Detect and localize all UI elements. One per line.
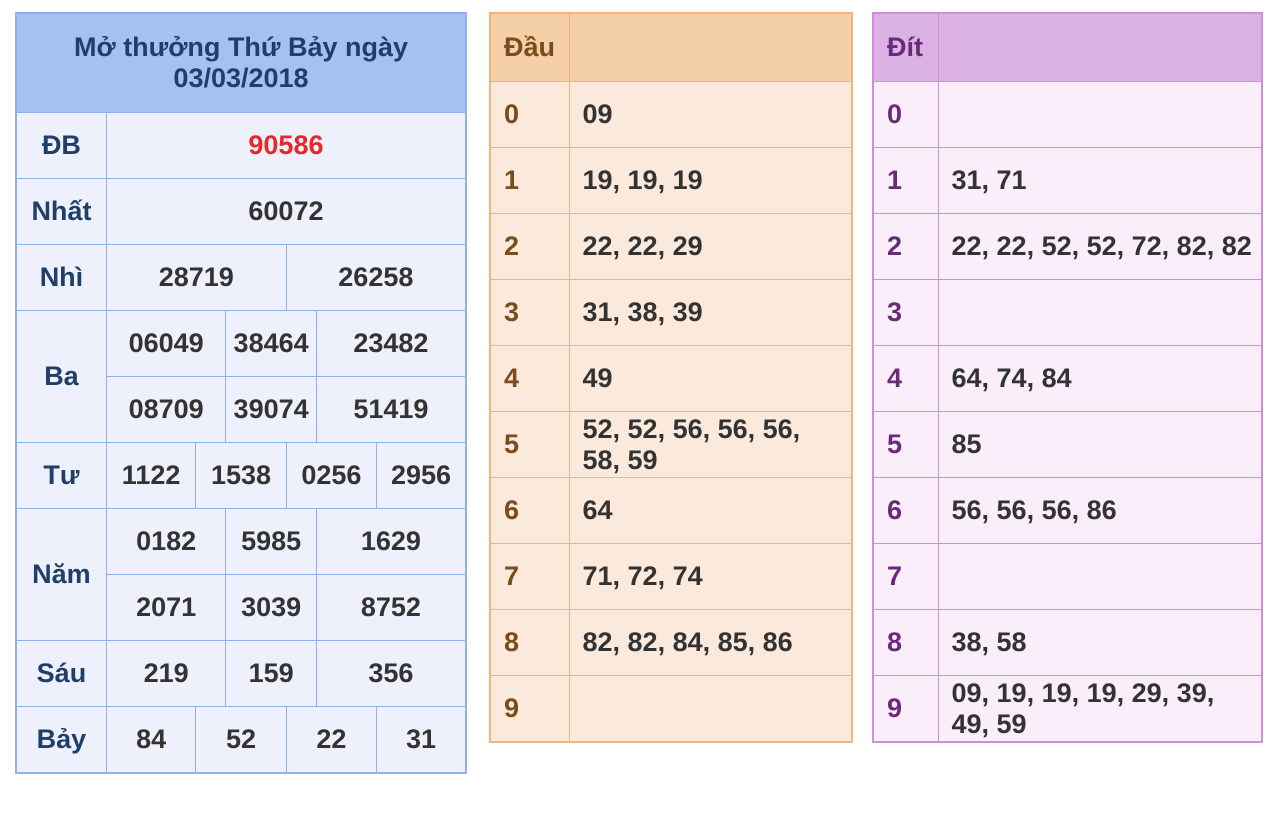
dit-digit: 6 (872, 477, 939, 544)
prize-value-ba: 23482 (315, 310, 467, 377)
dau-digit: 0 (489, 81, 570, 148)
prize-value-sau: 159 (225, 640, 317, 707)
prize-value-bay: 84 (105, 706, 197, 774)
dit-values: 09, 19, 19, 19, 29, 39, 49, 59 (937, 675, 1263, 743)
prize-label-sau: Sáu (15, 640, 107, 707)
prize-value-ba: 39074 (225, 376, 317, 443)
dit-digit: 5 (872, 411, 939, 478)
prize-value-ba: 06049 (105, 310, 227, 377)
dau-values: 64 (568, 477, 853, 544)
dit-values: 56, 56, 56, 86 (937, 477, 1263, 544)
dit-values: 85 (937, 411, 1263, 478)
dit-values (937, 279, 1263, 346)
prize-value-db: 90586 (105, 112, 467, 179)
dau-values: 52, 52, 56, 56, 56, 58, 59 (568, 411, 853, 478)
dau-values: 49 (568, 345, 853, 412)
prize-value-sau: 356 (315, 640, 467, 707)
prize-value-nhi: 28719 (105, 244, 287, 311)
prize-value-bay: 52 (195, 706, 287, 774)
dau-values: 19, 19, 19 (568, 147, 853, 214)
dau-values: 09 (568, 81, 853, 148)
prize-value-nhat: 60072 (105, 178, 467, 245)
prize-value-ba: 38464 (225, 310, 317, 377)
dau-digit: 1 (489, 147, 570, 214)
dit-digit: 9 (872, 675, 939, 743)
dit-values (937, 81, 1263, 148)
prize-label-nam: Năm (15, 508, 107, 641)
prize-value-nam: 0182 (105, 508, 227, 575)
dit-table: Đít 0 1 31, 71 2 22, 22, 52, 52, 72, 82, 8… (872, 12, 1263, 743)
results-table: Mở thưởng Thứ Bảy ngày 03/03/2018 ĐB 905… (15, 12, 467, 774)
prize-value-nam: 1629 (315, 508, 467, 575)
dau-digit: 7 (489, 543, 570, 610)
dau-digit: 5 (489, 411, 570, 478)
prize-value-tu: 1538 (195, 442, 287, 509)
dau-digit: 9 (489, 675, 570, 743)
prize-label-bay: Bảy (15, 706, 107, 774)
prize-label-ba: Ba (15, 310, 107, 443)
dau-digit: 4 (489, 345, 570, 412)
dit-values: 64, 74, 84 (937, 345, 1263, 412)
prize-value-tu: 2956 (376, 442, 467, 509)
dit-values: 31, 71 (937, 147, 1263, 214)
dit-digit: 3 (872, 279, 939, 346)
prize-label-tu: Tư (15, 442, 107, 509)
dau-values: 71, 72, 74 (568, 543, 853, 610)
prize-label-db: ĐB (15, 112, 107, 179)
dau-values: 82, 82, 84, 85, 86 (568, 609, 853, 676)
dau-values: 22, 22, 29 (568, 213, 853, 280)
dit-values (937, 543, 1263, 610)
dit-digit: 1 (872, 147, 939, 214)
prize-value-nam: 3039 (225, 574, 317, 641)
dit-digit: 2 (872, 213, 939, 280)
dit-header-values (937, 12, 1263, 82)
prize-label-nhat: Nhất (15, 178, 107, 245)
dit-digit: 4 (872, 345, 939, 412)
dau-digit: 6 (489, 477, 570, 544)
dau-digit: 8 (489, 609, 570, 676)
dau-digit: 2 (489, 213, 570, 280)
prize-value-nam: 8752 (315, 574, 467, 641)
prize-value-tu: 0256 (285, 442, 378, 509)
dit-digit: 0 (872, 81, 939, 148)
dau-values: 31, 38, 39 (568, 279, 853, 346)
dau-header-values (568, 12, 853, 82)
dit-digit: 8 (872, 609, 939, 676)
dit-values: 38, 58 (937, 609, 1263, 676)
dit-header: Đít (872, 12, 939, 82)
prize-label-nhi: Nhì (15, 244, 107, 311)
prize-value-bay: 22 (285, 706, 378, 774)
prize-value-tu: 1122 (105, 442, 197, 509)
dit-digit: 7 (872, 543, 939, 610)
dau-values (568, 675, 853, 743)
dau-header: Đầu (489, 12, 570, 82)
prize-value-nam: 2071 (105, 574, 227, 641)
prize-value-ba: 51419 (315, 376, 467, 443)
prize-value-sau: 219 (105, 640, 227, 707)
prize-value-ba: 08709 (105, 376, 227, 443)
prize-value-nhi: 26258 (285, 244, 467, 311)
dau-table: Đầu 0 09 1 19, 19, 19 2 22, 22, 29 3 31, 38,… (489, 12, 853, 743)
results-title: Mở thưởng Thứ Bảy ngày 03/03/2018 (15, 12, 467, 113)
prize-value-bay: 31 (376, 706, 467, 774)
dau-digit: 3 (489, 279, 570, 346)
prize-value-nam: 5985 (225, 508, 317, 575)
dit-values: 22, 22, 52, 52, 72, 82, 82 (937, 213, 1263, 280)
